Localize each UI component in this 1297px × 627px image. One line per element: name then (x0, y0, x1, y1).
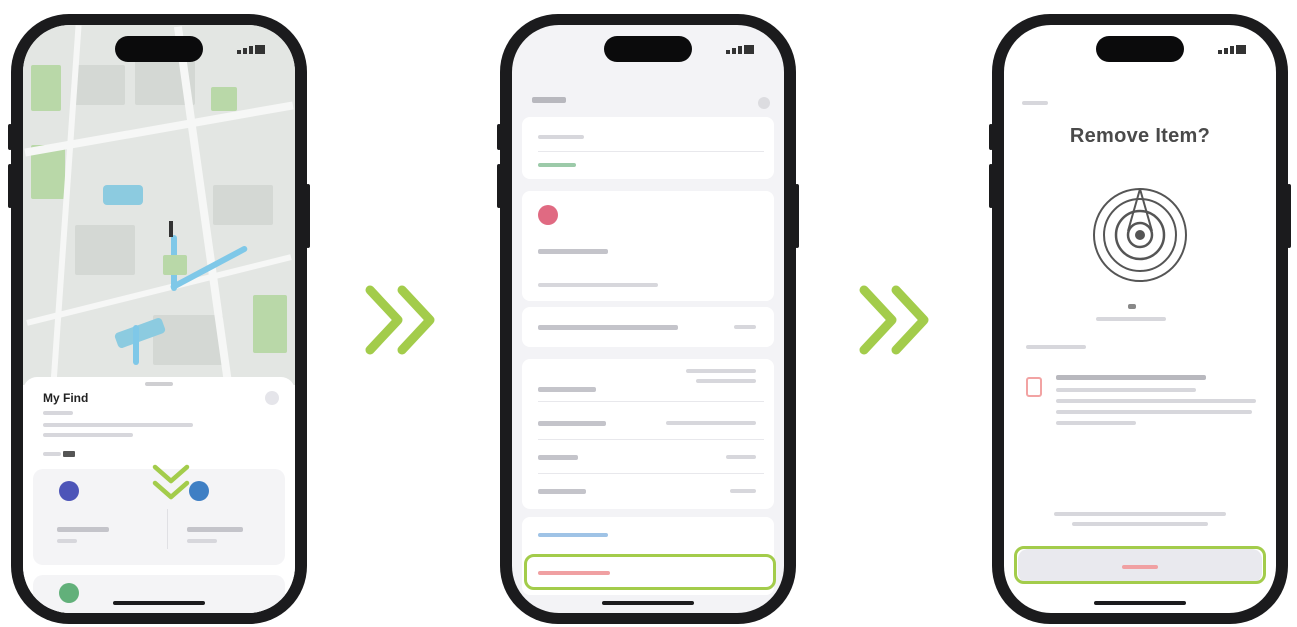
side-button (497, 124, 501, 150)
action-link[interactable] (538, 533, 608, 537)
item-sub (1096, 317, 1166, 321)
phone-screen (512, 25, 784, 613)
remove-button-highlight (1014, 546, 1266, 584)
row-separator (538, 473, 764, 474)
remove-from-account-heading (1056, 375, 1206, 380)
share-icon (59, 583, 79, 603)
home-indicator (602, 601, 694, 605)
directions-tile[interactable] (183, 477, 283, 557)
side-button (989, 124, 993, 150)
signal-icon (726, 43, 760, 54)
notifications-heading (538, 249, 608, 254)
notification-icon (538, 205, 558, 225)
sheet-grabber[interactable] (145, 382, 173, 386)
phone-screen: My Find (23, 25, 295, 613)
close-button[interactable] (265, 391, 279, 405)
map-view[interactable] (23, 25, 295, 385)
notify-when-left-behind-row[interactable] (522, 307, 774, 347)
detail-row-label (538, 455, 578, 460)
detail-row-label (538, 421, 606, 426)
item-subtitle (43, 411, 73, 415)
side-button (8, 124, 12, 150)
double-chevron-right-icon (365, 285, 435, 355)
row-separator (538, 401, 764, 402)
phone-step-1: My Find (8, 14, 310, 624)
share-item-row[interactable] (33, 575, 285, 613)
phone-step-3: Remove Item? (989, 14, 1291, 624)
footer-note (1054, 512, 1226, 516)
sheet-title (532, 97, 566, 103)
row-value (666, 421, 756, 425)
side-button (497, 164, 501, 208)
location-pin-icon (169, 221, 173, 237)
phone-step-2 (497, 14, 799, 624)
side-button (795, 184, 799, 248)
side-button (306, 184, 310, 248)
airtag-icon (1093, 188, 1187, 282)
footer-note (1072, 522, 1208, 526)
page-title: Remove Item? (1069, 125, 1211, 147)
phone-screen: Remove Item? (1004, 25, 1276, 613)
side-button (1287, 184, 1291, 248)
home-indicator (113, 601, 205, 605)
description-line (1056, 399, 1256, 403)
detail-row-label (538, 489, 586, 494)
double-chevron-down-icon (152, 464, 190, 500)
double-chevron-right-icon (859, 285, 929, 355)
row-label (538, 325, 678, 330)
dynamic-island (1096, 36, 1184, 62)
row-separator (538, 439, 764, 440)
side-button (989, 164, 993, 208)
item-title: My Find (43, 391, 89, 405)
dynamic-island (115, 36, 203, 62)
notifications-card (522, 191, 774, 301)
share-card (522, 117, 774, 179)
battery-status (43, 449, 76, 458)
instruction-stage: My Find Remove Item? (0, 0, 1297, 627)
add-person-link[interactable] (538, 163, 576, 167)
details-card (522, 359, 774, 509)
description-line (1056, 388, 1196, 392)
row-value (726, 455, 756, 459)
notifications-subtext (538, 283, 658, 287)
play-sound-tile[interactable] (53, 477, 153, 557)
row-value (730, 489, 756, 493)
cancel-button[interactable] (1022, 101, 1048, 105)
remove-item-highlight (524, 554, 776, 590)
row-value (696, 379, 756, 383)
description-line (1056, 410, 1252, 414)
home-indicator (1094, 601, 1186, 605)
description-line (1056, 421, 1136, 425)
row-separator (538, 151, 764, 152)
signal-icon (1218, 43, 1252, 54)
row-value (734, 325, 756, 329)
dynamic-island (604, 36, 692, 62)
remove-from-account-icon (1026, 377, 1042, 397)
section-label (1026, 345, 1086, 349)
tile-divider (167, 509, 168, 549)
item-name (1128, 304, 1136, 309)
item-address (43, 423, 193, 427)
item-address (43, 433, 133, 437)
detail-row-label (538, 387, 596, 392)
share-item-row[interactable] (538, 135, 584, 139)
signal-icon (237, 43, 271, 54)
row-value (686, 369, 756, 373)
close-button[interactable] (758, 97, 770, 109)
side-button (8, 164, 12, 208)
